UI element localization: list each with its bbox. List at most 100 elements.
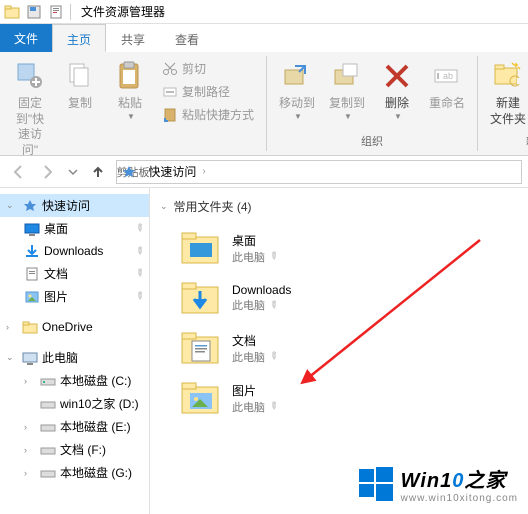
sidebar-item-label: win10之家 (D:) (60, 395, 139, 412)
new-folder-icon (492, 60, 524, 92)
pin-icon: ✎ (132, 222, 146, 236)
sidebar-item-documents[interactable]: 文档 ✎ (0, 262, 149, 285)
drive-icon (40, 419, 56, 435)
sidebar-item-drive-e[interactable]: › 本地磁盘 (E:) (0, 415, 149, 438)
pin-icon: ✎ (266, 298, 280, 312)
ribbon-tabs: 文件 主页 共享 查看 (0, 24, 528, 52)
sidebar-item-desktop[interactable]: 桌面 ✎ (0, 217, 149, 240)
pin-icon: ✎ (266, 250, 280, 264)
paste-shortcut-button[interactable]: 粘贴快捷方式 (158, 104, 258, 125)
sidebar-item-this-pc[interactable]: ⌄ 此电脑 (0, 346, 149, 369)
sidebar-item-drive-g[interactable]: › 本地磁盘 (G:) (0, 461, 149, 484)
folder-item-desktop[interactable]: 桌面 此电脑✎ (160, 223, 518, 273)
sidebar: ⌄ 快速访问 桌面 ✎ Downloads ✎ 文档 ✎ 图片 ✎ › O (0, 188, 150, 514)
rename-button[interactable]: ab 重命名 (423, 56, 471, 131)
pictures-folder-icon (180, 379, 222, 417)
sidebar-item-label: 本地磁盘 (E:) (60, 418, 131, 435)
folder-item-downloads[interactable]: Downloads 此电脑✎ (160, 273, 518, 323)
copy-path-label: 复制路径 (182, 83, 230, 100)
sidebar-item-drive-f[interactable]: › 文档 (F:) (0, 438, 149, 461)
tab-share[interactable]: 共享 (106, 24, 160, 52)
forward-button[interactable] (36, 160, 60, 184)
delete-button[interactable]: 删除 ▼ (373, 56, 421, 131)
pin-icon: ✎ (132, 267, 146, 281)
sidebar-item-label: 文档 (F:) (60, 441, 106, 458)
title-bar: 文件资源管理器 (0, 0, 528, 24)
organize-group-label: 组织 (273, 131, 471, 151)
move-to-button[interactable]: 移动到 ▼ (273, 56, 321, 131)
tab-home[interactable]: 主页 (52, 24, 106, 52)
drive-icon (40, 465, 56, 481)
breadcrumb-item[interactable]: 快速访问 (144, 163, 200, 180)
new-folder-button[interactable]: 新建 文件夹 (484, 56, 528, 131)
chevron-right-icon: › (6, 322, 18, 332)
recent-locations-button[interactable] (66, 160, 80, 184)
chevron-right-icon: › (24, 445, 36, 455)
folder-sublabel: 此电脑 (232, 249, 265, 265)
chevron-down-icon: ⌄ (6, 200, 18, 211)
star-icon (121, 164, 137, 180)
copy-to-label: 复制到 (329, 96, 365, 112)
folder-item-documents[interactable]: 文档 此电脑✎ (160, 323, 518, 373)
sidebar-item-label: 本地磁盘 (G:) (60, 464, 132, 481)
documents-folder-icon (180, 329, 222, 367)
cut-button[interactable]: 剪切 (158, 58, 258, 79)
sidebar-item-drive-d[interactable]: win10之家 (D:) (0, 392, 149, 415)
sidebar-item-downloads[interactable]: Downloads ✎ (0, 240, 149, 262)
scissors-icon (162, 61, 178, 77)
properties-icon[interactable] (48, 4, 64, 20)
address-bar[interactable]: › 快速访问 › (116, 160, 522, 184)
paste-button[interactable]: 粘贴 ▼ (106, 56, 154, 162)
ribbon: 固定到"快 速访问" 复制 粘贴 ▼ 剪切 复制路径 (0, 52, 528, 156)
chevron-right-icon: › (24, 468, 36, 478)
rename-label: 重命名 (429, 96, 465, 112)
pin-to-quick-access-button[interactable]: 固定到"快 速访问" (6, 56, 54, 162)
folder-item-pictures[interactable]: 图片 此电脑✎ (160, 373, 518, 423)
pin-icon: ✎ (266, 350, 280, 364)
desktop-folder-icon (180, 229, 222, 267)
chevron-down-icon: ▼ (127, 112, 135, 122)
folder-icon (4, 4, 20, 20)
copy-label: 复制 (68, 96, 92, 112)
tab-view[interactable]: 查看 (160, 24, 214, 52)
breadcrumb-separator-icon: › (202, 166, 205, 177)
up-button[interactable] (86, 160, 110, 184)
sidebar-item-label: 图片 (44, 288, 68, 305)
tab-file[interactable]: 文件 (0, 24, 52, 52)
divider (70, 4, 71, 20)
copy-to-button[interactable]: 复制到 ▼ (323, 56, 371, 131)
back-button[interactable] (6, 160, 30, 184)
this-pc-icon (22, 350, 38, 366)
pin-icon (14, 60, 46, 92)
copy-button[interactable]: 复制 (56, 56, 104, 162)
section-header[interactable]: ⌄ 常用文件夹 (4) (160, 194, 518, 223)
sidebar-item-drive-c[interactable]: › 本地磁盘 (C:) (0, 369, 149, 392)
group-clipboard: 固定到"快 速访问" 复制 粘贴 ▼ 剪切 复制路径 (0, 56, 267, 151)
paste-label: 粘贴 (118, 96, 142, 112)
sidebar-item-onedrive[interactable]: › OneDrive (0, 316, 149, 338)
new-group-label: 新建 (484, 131, 528, 151)
desktop-icon (24, 221, 40, 237)
chevron-down-icon: ▼ (394, 112, 402, 122)
cut-label: 剪切 (182, 60, 206, 77)
drive-icon (40, 396, 56, 412)
breadcrumb-separator-icon: › (139, 166, 142, 177)
chevron-down-icon: ⌄ (160, 201, 168, 212)
sidebar-item-label: 文档 (44, 265, 68, 282)
chevron-right-icon: › (24, 376, 36, 386)
pin-label: 固定到"快 速访问" (10, 96, 50, 158)
drive-icon (40, 373, 56, 389)
sidebar-item-pictures[interactable]: 图片 ✎ (0, 285, 149, 308)
downloads-folder-icon (180, 279, 222, 317)
chevron-down-icon: ▼ (344, 112, 352, 122)
pin-icon: ✎ (132, 290, 146, 304)
save-icon[interactable] (26, 4, 42, 20)
pin-icon: ✎ (132, 244, 146, 258)
chevron-right-icon: › (24, 422, 36, 432)
sidebar-item-quick-access[interactable]: ⌄ 快速访问 (0, 194, 149, 217)
copy-path-button[interactable]: 复制路径 (158, 81, 258, 102)
group-organize: 移动到 ▼ 复制到 ▼ 删除 ▼ ab 重命名 组织 (267, 56, 478, 151)
star-icon (22, 198, 38, 214)
main-pane: ⌄ 常用文件夹 (4) 桌面 此电脑✎ Downloads 此电脑✎ 文档 此电… (150, 188, 528, 514)
delete-icon (381, 60, 413, 92)
